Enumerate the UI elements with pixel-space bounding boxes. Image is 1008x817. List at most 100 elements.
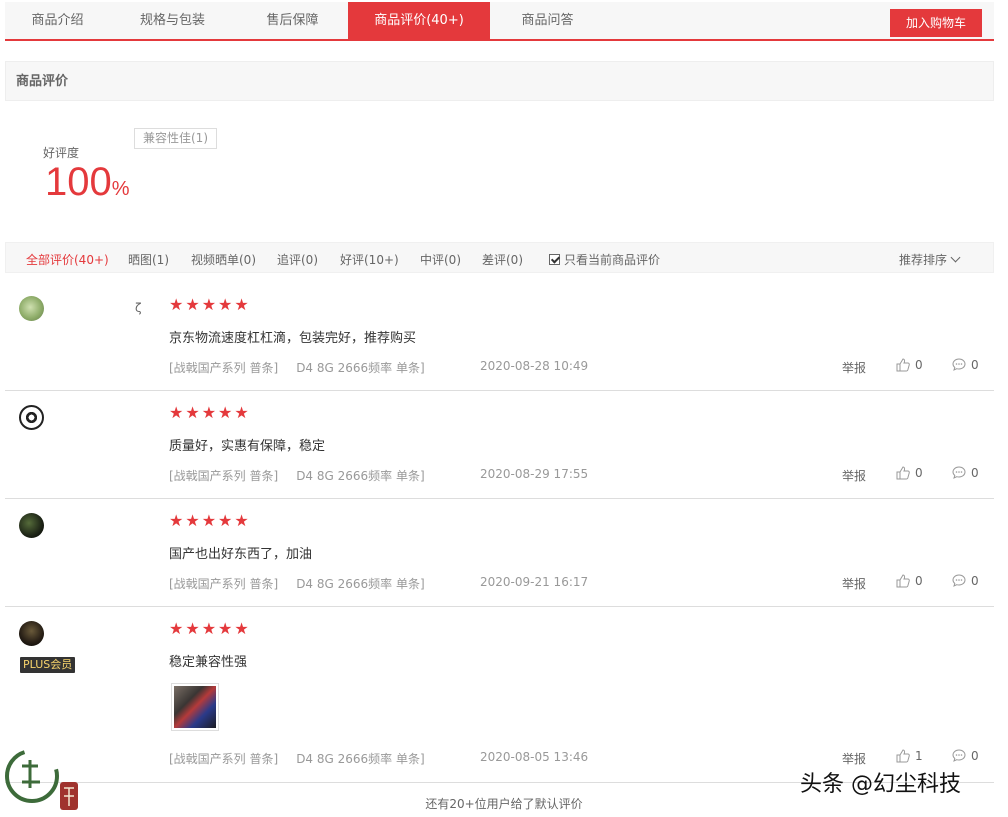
like-count: 0 <box>915 574 923 588</box>
review-photo-thumbnail[interactable] <box>171 683 219 731</box>
like-count: 1 <box>915 749 923 763</box>
like-button[interactable]: 0 <box>895 573 923 589</box>
review-meta: [战戟国产系列 普条] D4 8G 2666频率 单条] 2020-08-28 10… <box>169 359 588 376</box>
review-item: ζ ★ ★ ★ ★ ★ 京东物流速度杠杠滴，包装完好，推荐购买 [战戟国产系列 普条] D… <box>5 283 994 391</box>
review-date: 2020-08-05 13:46 <box>480 750 589 764</box>
rating-unit: % <box>111 178 130 200</box>
report-link[interactable]: 举报 <box>842 467 866 484</box>
star-icon: ★ <box>218 403 233 422</box>
review-content: 京东物流速度杠杠滴，包装完好，推荐购买 <box>169 331 417 346</box>
checkbox-checked-icon[interactable] <box>549 254 560 265</box>
comment-icon <box>952 574 966 587</box>
star-icon: ★ <box>169 403 184 422</box>
product-spec: D4 8G 2666频率 单条] <box>296 469 425 483</box>
thumbs-up-icon <box>896 574 910 588</box>
star-icon: ★ <box>169 619 184 638</box>
review-meta: [战戟国产系列 普条] D4 8G 2666频率 单条] 2020-08-05 13… <box>169 750 588 767</box>
filter-positive[interactable]: 好评(10+) <box>340 251 399 268</box>
review-tag-compatibility[interactable]: 兼容性佳(1) <box>134 128 217 149</box>
section-title: 商品评价 <box>5 61 994 101</box>
username: ζ <box>135 301 142 315</box>
review-content: 国产也出好东西了，加油 <box>169 547 313 562</box>
star-icon: ★ <box>201 403 217 422</box>
avatar <box>19 296 44 321</box>
product-spec: D4 8G 2666频率 单条] <box>296 577 425 591</box>
tab-after-sales[interactable]: 售后保障 <box>240 2 345 39</box>
rating-value-group: 100% <box>45 160 130 205</box>
tab-qa[interactable]: 商品问答 <box>495 2 600 39</box>
add-to-cart-button[interactable]: 加入购物车 <box>890 9 982 37</box>
product-tab-bar: 商品介绍 规格与包装 售后保障 商品评价(40+) 商品问答 加入购物车 <box>5 2 994 41</box>
comment-icon <box>952 358 966 371</box>
only-current-label: 只看当前商品评价 <box>564 253 661 267</box>
product-series: [战戟国产系列 普条] <box>169 361 279 375</box>
star-rating: ★ ★ ★ ★ ★ <box>169 297 249 313</box>
thumbs-up-icon <box>896 749 910 763</box>
star-rating: ★ ★ ★ ★ ★ <box>169 621 249 637</box>
tab-reviews[interactable]: 商品评价(40+) <box>348 2 490 39</box>
comment-count: 0 <box>971 466 979 480</box>
review-content: 稳定兼容性强 <box>169 655 248 670</box>
product-spec: D4 8G 2666频率 单条] <box>296 361 425 375</box>
avatar <box>19 405 44 430</box>
sort-label: 推荐排序 <box>899 253 948 267</box>
thumbs-up-icon <box>896 358 910 372</box>
report-link[interactable]: 举报 <box>842 575 866 592</box>
avatar <box>19 513 44 538</box>
star-icon: ★ <box>201 619 217 638</box>
star-icon: ★ <box>201 295 217 314</box>
review-date: 2020-09-21 16:17 <box>480 575 589 589</box>
only-current-checkbox[interactable]: 只看当前商品评价 <box>549 251 660 268</box>
product-series: [战戟国产系列 普条] <box>169 752 279 766</box>
star-icon: ★ <box>185 403 200 422</box>
product-series: [战戟国产系列 普条] <box>169 577 279 591</box>
review-meta: [战戟国产系列 普条] D4 8G 2666频率 单条] 2020-09-21 16… <box>169 575 588 592</box>
plus-member-badge: PLUS会员 <box>20 657 76 673</box>
like-button[interactable]: 0 <box>895 357 923 373</box>
star-icon: ★ <box>234 295 249 314</box>
star-rating: ★ ★ ★ ★ ★ <box>169 405 249 421</box>
star-rating: ★ ★ ★ ★ ★ <box>169 513 249 529</box>
filter-followup[interactable]: 追评(0) <box>277 251 318 268</box>
chevron-down-icon <box>950 252 961 263</box>
review-item: ★ ★ ★ ★ ★ 国产也出好东西了，加油 [战戟国产系列 普条] D4 8G 2666频… <box>5 499 994 607</box>
star-icon: ★ <box>169 295 184 314</box>
filter-neutral[interactable]: 中评(0) <box>420 251 461 268</box>
thumbs-up-icon <box>896 466 910 480</box>
star-icon: ★ <box>218 511 233 530</box>
comment-button[interactable]: 0 <box>951 573 979 589</box>
review-date: 2020-08-28 10:49 <box>480 359 589 373</box>
filter-negative[interactable]: 差评(0) <box>482 251 523 268</box>
like-button[interactable]: 1 <box>895 748 923 764</box>
product-series: [战戟国产系列 普条] <box>169 469 279 483</box>
watermark-text: 头条 @幻尘科技 <box>800 772 961 797</box>
review-item: ★ ★ ★ ★ ★ 质量好，实惠有保障，稳定 [战戟国产系列 普条] D4 8G 2666… <box>5 391 994 499</box>
comment-button[interactable]: 0 <box>951 748 979 764</box>
report-link[interactable]: 举报 <box>842 750 866 767</box>
report-link[interactable]: 举报 <box>842 359 866 376</box>
avatar <box>19 621 44 646</box>
filter-photos[interactable]: 晒图(1) <box>128 251 169 268</box>
star-icon: ★ <box>201 511 217 530</box>
comment-count: 0 <box>971 574 979 588</box>
product-spec: D4 8G 2666频率 单条] <box>296 752 425 766</box>
star-icon: ★ <box>234 403 249 422</box>
filter-all[interactable]: 全部评价(40+) <box>26 251 109 268</box>
comment-icon <box>952 749 966 762</box>
comment-icon <box>952 466 966 479</box>
comment-button[interactable]: 0 <box>951 465 979 481</box>
review-item: PLUS会员 ★ ★ ★ ★ ★ 稳定兼容性强 [战戟国产系列 普条] D4 8G 266… <box>5 607 994 783</box>
rating-value: 100 <box>45 160 112 204</box>
review-filter-bar: 全部评价(40+) 晒图(1) 视频晒单(0) 追评(0) 好评(10+) 中评… <box>5 242 994 273</box>
sort-dropdown[interactable]: 推荐排序 <box>899 251 961 268</box>
star-icon: ★ <box>218 619 233 638</box>
like-button[interactable]: 0 <box>895 465 923 481</box>
tab-specs-packaging[interactable]: 规格与包装 <box>115 2 230 39</box>
comment-button[interactable]: 0 <box>951 357 979 373</box>
filter-videos[interactable]: 视频晒单(0) <box>191 251 256 268</box>
star-icon: ★ <box>169 511 184 530</box>
comment-count: 0 <box>971 749 979 763</box>
like-count: 0 <box>915 358 923 372</box>
tab-product-intro[interactable]: 商品介绍 <box>5 2 110 39</box>
review-date: 2020-08-29 17:55 <box>480 467 589 481</box>
